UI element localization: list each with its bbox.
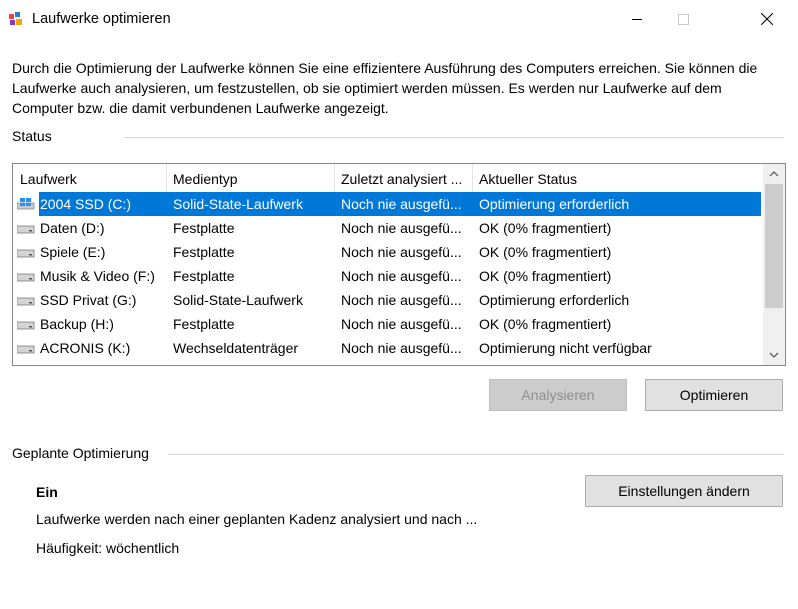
selected-row-highlight: 2004 SSD (C:) Solid-State-Laufwerk Noch … (39, 192, 761, 216)
close-button[interactable] (744, 0, 790, 38)
column-separator[interactable] (166, 164, 167, 192)
chevron-down-icon (769, 352, 779, 358)
cell-media: Festplatte (173, 220, 235, 236)
maximize-icon (677, 13, 689, 25)
drive-icon (17, 225, 35, 234)
cell-drive: 2004 SSD (C:) (40, 196, 132, 212)
cell-status: Optimierung erforderlich (479, 292, 630, 308)
cell-drive: ACRONIS (K:) (40, 340, 131, 356)
cell-last-analyzed: Noch nie ausgefü... (341, 244, 462, 260)
change-settings-button[interactable]: Einstellungen ändern (585, 475, 783, 507)
drive-list-header: Laufwerk Medientyp Zuletzt analysiert ..… (13, 164, 761, 192)
scrollbar-thumb[interactable] (765, 184, 783, 308)
cell-last-analyzed: Noch nie ausgefü... (341, 268, 462, 284)
cell-status: Optimierung erforderlich (479, 196, 630, 212)
close-icon (761, 13, 773, 25)
cell-drive: Daten (D:) (40, 220, 105, 236)
cell-status: OK (0% fragmentiert) (479, 316, 612, 332)
column-header-media[interactable]: Medientyp (173, 171, 238, 187)
cell-drive: SSD Privat (G:) (40, 292, 137, 308)
scroll-up-button[interactable] (763, 164, 785, 184)
cell-last-analyzed: Noch nie ausgefü... (341, 340, 462, 356)
status-divider (124, 137, 784, 138)
drive-icon (17, 345, 35, 354)
drive-icon (17, 321, 35, 330)
column-separator[interactable] (472, 164, 473, 192)
optimize-button[interactable]: Optimieren (645, 379, 783, 411)
cell-status: Optimierung nicht verfügbar (479, 340, 652, 356)
title-bar: Laufwerke optimieren (0, 0, 798, 38)
analyze-button[interactable]: Analysieren (489, 379, 627, 411)
cell-drive: Musik & Video (F:) (40, 268, 155, 284)
minimize-icon (631, 18, 642, 20)
cell-drive: Spiele (E:) (40, 244, 106, 260)
table-row[interactable]: 2004 SSD (C:) Solid-State-Laufwerk Noch … (13, 192, 761, 216)
table-row[interactable]: Backup (H:) Festplatte Noch nie ausgefü.… (13, 312, 761, 336)
cell-media: Festplatte (173, 268, 235, 284)
schedule-state: Ein (36, 484, 58, 500)
table-row[interactable]: SSD Privat (G:) Solid-State-Laufwerk Noc… (13, 288, 761, 312)
column-separator[interactable] (334, 164, 335, 192)
cell-media: Wechseldatenträger (173, 340, 299, 356)
table-row[interactable]: Daten (D:) Festplatte Noch nie ausgefü..… (13, 216, 761, 240)
cell-last-analyzed: Noch nie ausgefü... (341, 292, 462, 308)
cell-status: OK (0% fragmentiert) (479, 244, 612, 260)
defrag-app-icon (9, 12, 22, 25)
table-row[interactable]: Spiele (E:) Festplatte Noch nie ausgefü.… (13, 240, 761, 264)
cell-last-analyzed: Noch nie ausgefü... (341, 316, 462, 332)
column-header-drive[interactable]: Laufwerk (20, 171, 77, 187)
cell-last-analyzed: Noch nie ausgefü... (341, 220, 462, 236)
cell-status: OK (0% fragmentiert) (479, 220, 612, 236)
scheduled-label: Geplante Optimierung (12, 445, 149, 461)
cell-status: OK (0% fragmentiert) (479, 268, 612, 284)
cell-media: Solid-State-Laufwerk (173, 292, 303, 308)
scheduled-divider (168, 454, 784, 455)
schedule-frequency: Häufigkeit: wöchentlich (36, 540, 180, 556)
vertical-scrollbar[interactable] (763, 164, 785, 365)
cell-media: Festplatte (173, 244, 235, 260)
window-title: Laufwerke optimieren (32, 11, 171, 27)
minimize-button[interactable] (614, 0, 660, 38)
chevron-up-icon (769, 171, 779, 177)
status-label: Status (12, 128, 52, 144)
cell-last-analyzed: Noch nie ausgefü... (341, 196, 462, 212)
intro-text: Durch die Optimierung der Laufwerke könn… (12, 60, 758, 116)
column-header-last-analyzed[interactable]: Zuletzt analysiert ... (341, 171, 462, 187)
scroll-down-button[interactable] (763, 345, 785, 365)
cell-media: Solid-State-Laufwerk (173, 196, 303, 212)
drive-list[interactable]: Laufwerk Medientyp Zuletzt analysiert ..… (12, 163, 786, 366)
cell-media: Festplatte (173, 316, 235, 332)
column-header-status[interactable]: Aktueller Status (479, 171, 577, 187)
table-row[interactable]: ACRONIS (K:) Wechseldatenträger Noch nie… (13, 336, 761, 360)
maximize-button[interactable] (660, 0, 706, 38)
windows-drive-icon (17, 198, 35, 210)
cell-drive: Backup (H:) (40, 316, 114, 332)
drive-icon (17, 249, 35, 258)
table-row[interactable]: Musik & Video (F:) Festplatte Noch nie a… (13, 264, 761, 288)
schedule-description: Laufwerke werden nach einer geplanten Ka… (36, 511, 478, 527)
drive-icon (17, 273, 35, 282)
drive-icon (17, 297, 35, 306)
